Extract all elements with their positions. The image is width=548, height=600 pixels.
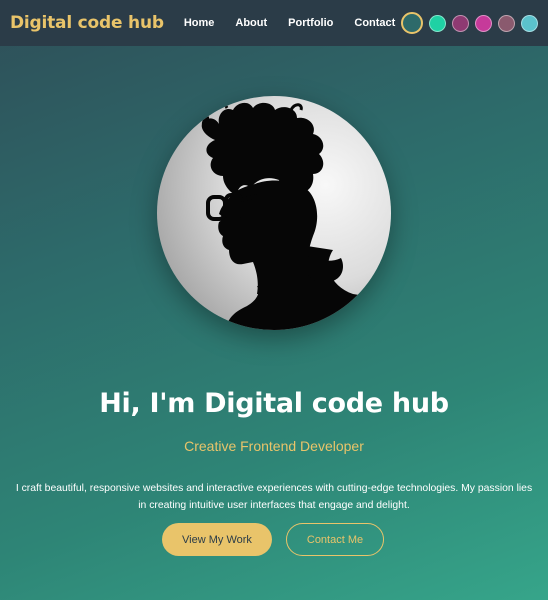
theme-swatch-rose-slate[interactable] [498,14,516,32]
theme-swatch-aqua[interactable] [521,14,539,32]
nav-links: Home About Portfolio Contact [184,17,396,29]
avatar [157,96,391,330]
theme-swatches [395,12,539,34]
theme-swatch-magenta[interactable] [475,14,493,32]
navbar: Digital code hub Home About Portfolio Co… [0,0,548,46]
hero-title: Hi, I'm Digital code hub [99,388,449,419]
theme-swatch-teal-dark[interactable] [401,12,424,34]
nav-link-portfolio[interactable]: Portfolio [288,17,333,29]
site-logo[interactable]: Digital code hub [10,13,164,33]
silhouette-portrait-icon [157,96,391,330]
theme-swatch-emerald[interactable] [429,14,447,32]
nav-link-home[interactable]: Home [184,17,215,29]
contact-me-button[interactable]: Contact Me [286,523,384,556]
hero-subtitle: Creative Frontend Developer [184,438,364,454]
hero-description: I craft beautiful, responsive websites a… [15,483,533,511]
view-my-work-button[interactable]: View My Work [162,523,272,556]
nav-link-about[interactable]: About [235,17,267,29]
nav-link-contact[interactable]: Contact [354,17,395,29]
theme-swatch-plum[interactable] [452,14,470,32]
